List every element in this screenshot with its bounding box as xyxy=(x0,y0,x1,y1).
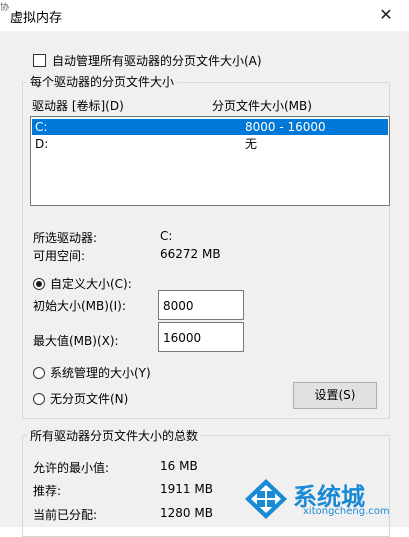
drive-row-d[interactable]: D: 无 xyxy=(32,136,388,152)
site-watermark: 系统城 xitongcheng.com xyxy=(243,477,403,521)
per-drive-group-title: 每个驱动器的分页文件大小 xyxy=(27,73,178,90)
watermark-url: xitongcheng.com xyxy=(303,506,390,517)
custom-size-label: 自定义大小(C): xyxy=(50,277,132,291)
selected-drive-label: 所选驱动器: xyxy=(33,231,98,245)
no-paging-radio[interactable] xyxy=(33,392,45,405)
max-size-label: 最大值(MB)(X): xyxy=(33,334,119,348)
dialog-title: 虚拟内存 xyxy=(10,11,63,26)
recommended-value: 1911 MB xyxy=(160,482,213,496)
free-space-value: 66272 MB xyxy=(160,247,221,261)
title-bar: 协 虚拟内存 ✕ xyxy=(0,0,409,31)
watermark-logo-icon xyxy=(245,479,287,519)
drive-listbox[interactable]: C: 8000 - 16000 D: 无 xyxy=(30,116,390,206)
initial-size-input[interactable]: 8000 xyxy=(158,290,244,320)
auto-manage-checkbox-row[interactable]: 自动管理所有驱动器的分页文件大小(A) xyxy=(33,52,262,69)
initial-size-label: 初始大小(MB)(I): xyxy=(33,299,126,313)
drive-letter: C: xyxy=(35,120,48,134)
no-paging-label: 无分页文件(N) xyxy=(50,392,129,406)
recommended-label: 推荐: xyxy=(33,484,62,498)
drive-letter: D: xyxy=(35,137,49,151)
free-space-label: 可用空间: xyxy=(33,249,86,263)
totals-group-title: 所有驱动器分页文件大小的总数 xyxy=(27,427,202,444)
selected-drive-value: C: xyxy=(160,229,173,243)
allocated-label: 当前已分配: xyxy=(33,508,98,522)
drive-paging-size: 8000 - 16000 xyxy=(245,120,326,134)
auto-manage-label: 自动管理所有驱动器的分页文件大小(A) xyxy=(52,54,262,68)
custom-size-radio[interactable] xyxy=(33,277,45,290)
drive-row-c[interactable]: C: 8000 - 16000 xyxy=(32,119,388,135)
min-allowed-value: 16 MB xyxy=(160,459,198,473)
drive-column-header: 驱动器 [卷标](D) xyxy=(32,99,124,113)
custom-size-radio-row[interactable]: 自定义大小(C): xyxy=(33,275,132,292)
top-edge-mark: 协 xyxy=(0,3,10,13)
auto-manage-checkbox[interactable] xyxy=(33,54,46,67)
size-column-header: 分页文件大小(MB) xyxy=(212,99,312,113)
allocated-value: 1280 MB xyxy=(160,506,213,520)
no-paging-radio-row[interactable]: 无分页文件(N) xyxy=(33,390,128,407)
close-button[interactable]: ✕ xyxy=(375,4,397,26)
system-managed-radio[interactable] xyxy=(33,366,45,379)
system-managed-label: 系统管理的大小(Y) xyxy=(50,366,151,380)
max-size-input[interactable]: 16000 xyxy=(158,322,244,352)
system-managed-radio-row[interactable]: 系统管理的大小(Y) xyxy=(33,364,151,381)
virtual-memory-dialog: 协 虚拟内存 ✕ 自动管理所有驱动器的分页文件大小(A) 每个驱动器的分页文件大… xyxy=(0,0,409,537)
drive-paging-size: 无 xyxy=(245,137,258,151)
set-button[interactable]: 设置(S) xyxy=(293,382,377,409)
min-allowed-label: 允许的最小值: xyxy=(33,461,110,475)
